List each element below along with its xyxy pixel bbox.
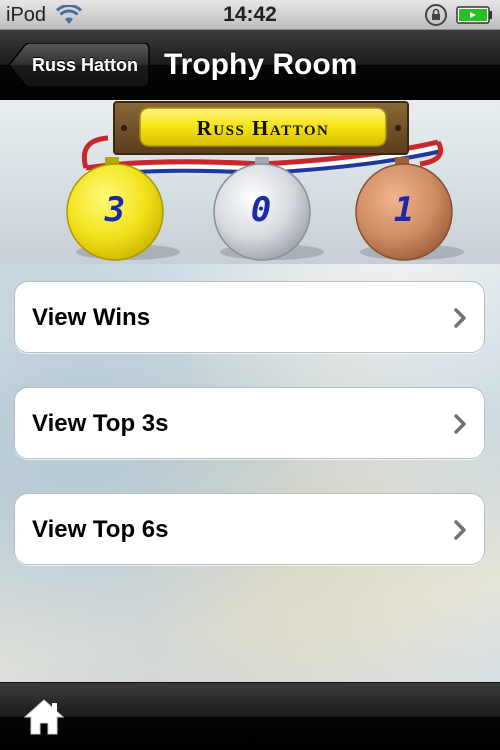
player-name-plaque: Russ Hatton (196, 116, 330, 140)
view-wins-label: View Wins (32, 304, 151, 331)
chevron-right-icon (454, 414, 466, 434)
home-button[interactable] (22, 697, 66, 737)
chevron-right-icon (454, 308, 466, 328)
home-icon (23, 699, 65, 735)
bronze-medal-count: 1 (393, 190, 415, 230)
back-button[interactable]: Russ Hatton (8, 43, 150, 87)
back-button-label: Russ Hatton (31, 55, 138, 75)
chevron-right-icon (454, 520, 466, 540)
view-wins-row[interactable]: View Wins (14, 281, 485, 353)
page-title: Trophy Room (164, 48, 358, 81)
rotation-lock-icon (424, 3, 448, 32)
bottom-toolbar (0, 682, 500, 750)
view-top3s-row[interactable]: View Top 3s (14, 387, 485, 459)
status-bar: iPod 14:42 (0, 0, 500, 30)
trophy-header: Russ Hatton (0, 100, 500, 264)
gold-medal-count: 3 (104, 190, 126, 230)
battery-icon (456, 6, 494, 29)
silver-medal-count: 0 (250, 190, 272, 230)
navigation-bar: Russ Hatton Trophy Room (0, 30, 500, 100)
view-top6s-label: View Top 6s (32, 516, 169, 543)
view-top3s-label: View Top 3s (32, 410, 169, 437)
view-top6s-row[interactable]: View Top 6s (14, 493, 485, 565)
